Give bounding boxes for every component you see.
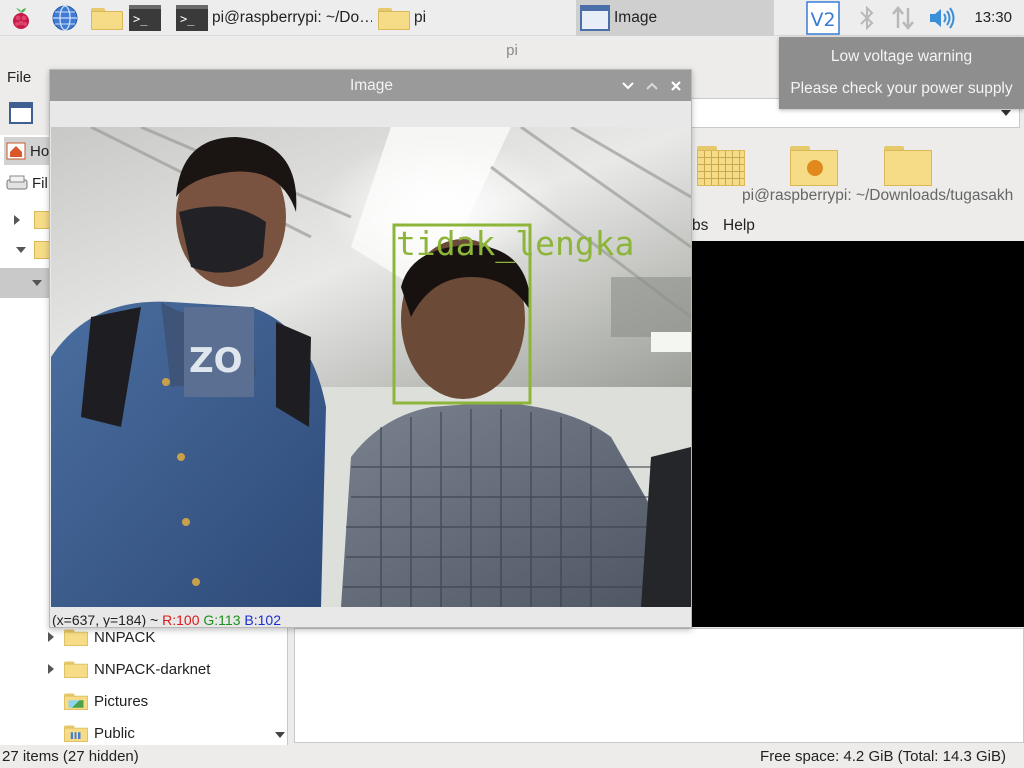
menu-help[interactable]: Help [723,212,755,240]
low-voltage-notification[interactable]: Low voltage warning Please check your po… [779,37,1024,109]
home-icon [6,142,26,160]
notification-message: Please check your power supply [790,80,1013,97]
terminal-title: pi@raspberrypi: ~/Downloads/tugasakh [692,182,1024,210]
terminal-output[interactable] [692,241,1024,627]
window-icon [580,5,610,31]
tree-item-label: NNPACK [94,628,156,646]
videos-folder-item[interactable] [790,146,838,186]
expander-icon[interactable] [16,247,26,253]
play-icon [807,160,823,176]
task-label: Image [614,9,658,26]
file-list-pane[interactable] [294,628,1024,743]
expander-icon[interactable] [14,215,20,225]
tree-item-label: Public [94,724,135,742]
chevron-down-icon [622,81,634,89]
close-button[interactable] [665,70,687,101]
window-title: Image [349,77,394,94]
public-folder-icon [64,724,88,742]
task-file-manager[interactable]: pi [374,0,574,36]
camera-image: ZO tidak_lengka [51,127,691,607]
image-window[interactable]: Image ZO tidak_lengka (x=637, y=184) ~ R… [49,69,692,628]
task-image[interactable]: Image [576,0,774,36]
folder-icon [34,211,50,229]
tree-item-label: NNPACK-darknet [94,660,211,678]
detection-label: tidak_lengka [396,224,634,264]
folder-icon [378,6,410,30]
chevron-up-icon [646,82,658,90]
folder-icon [91,6,123,30]
bluetooth-icon[interactable] [852,3,882,33]
status-bar: 27 items (27 hidden) Free space: 4.2 GiB… [0,745,1024,768]
menu-tabs[interactable]: bs [692,212,708,240]
terminal-icon: >_ [176,5,208,31]
task-label: pi@raspberrypi: ~/Do… [212,9,372,26]
tree-item[interactable]: NNPACK-darknet [0,654,210,684]
volume-icon[interactable] [927,3,957,33]
scroll-down-arrow[interactable] [275,732,285,738]
raspberry-menu-icon[interactable] [6,3,36,33]
folder-icon [34,241,50,259]
folder-icon [64,628,88,646]
file-manager-icon[interactable] [90,3,124,33]
camera-frame[interactable]: ZO tidak_lengka [51,127,691,607]
tree-item[interactable]: Pictures [0,686,148,716]
pictures-folder-icon [64,692,88,710]
menu-file[interactable]: File [7,69,31,86]
network-icon[interactable] [888,3,918,33]
expander-icon[interactable] [48,632,54,642]
status-free-space: Free space: 4.2 GiB (Total: 14.3 GiB) [760,748,1006,765]
notification-title: Low voltage warning [830,48,973,65]
place-home[interactable]: Ho [4,137,52,165]
svg-text:ZO: ZO [189,341,243,381]
pixel-red: R:100 [162,612,200,628]
terminal-menubar: bs Help [692,212,1024,240]
expander-icon[interactable] [32,280,42,286]
place-filesystem[interactable]: Fil [4,169,48,197]
pixel-coords: (x=637, y=184) ~ [52,612,159,628]
terminal-launcher[interactable]: >_ [128,3,162,33]
close-icon [671,80,681,91]
new-window-icon[interactable] [9,102,33,124]
terminal-icon: >_ [129,5,161,31]
pixel-info-bar: (x=637, y=184) ~ R:100 G:113 B:102 [52,612,281,628]
vnc-icon[interactable]: V2 [806,1,840,35]
taskbar: >_ >_ pi@raspberrypi: ~/Do… pi Image V2 [0,0,1024,36]
terminal-title-text: pi@raspberrypi: ~/Downloads/tugasakh [742,187,1014,204]
chevron-down-icon[interactable] [1001,110,1011,116]
web-browser-icon[interactable] [50,3,80,33]
maximize-button[interactable] [641,70,663,101]
tree-selected-row[interactable] [0,268,49,298]
svg-text:V2: V2 [810,9,835,31]
status-item-count: 27 items (27 hidden) [2,748,139,765]
pixel-green: G:113 [203,612,241,628]
expander-icon[interactable] [48,664,54,674]
tree-item[interactable]: Public [0,718,135,748]
image-window-titlebar[interactable]: Image [50,70,691,101]
task-terminal[interactable]: >_ pi@raspberrypi: ~/Do… [172,0,372,36]
tree-item-label: Pictures [94,692,149,710]
place-label: Fil [32,174,48,192]
drive-icon [6,175,28,190]
folder-grid-item[interactable] [884,146,932,186]
clock[interactable]: 13:30 [974,0,1012,36]
folder-grid-item[interactable] [697,146,745,186]
place-label: Ho [30,142,50,160]
minimize-button[interactable] [617,70,639,101]
folder-icon [64,660,88,678]
pixel-blue: B:102 [244,612,281,628]
task-label: pi [414,9,427,26]
